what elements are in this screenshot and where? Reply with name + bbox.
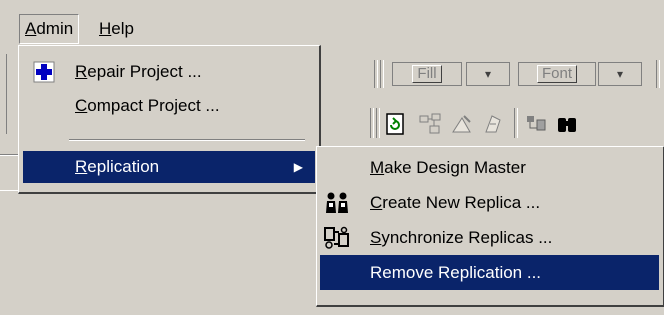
menu-item-label: Synchronize Replicas ... [370,228,553,247]
menu-help[interactable]: Help [94,15,139,43]
toolbar-separator [370,108,374,138]
fill-dropdown-button[interactable]: ▾ [466,62,510,86]
binoculars-icon[interactable] [556,112,580,136]
menu-item-label: Replication [75,157,160,176]
fill-button[interactable]: Fill [392,62,462,86]
relationships-icon[interactable] [418,112,442,136]
toolbar-separator [656,60,660,88]
menu-item-compact-project[interactable]: Compact Project ... [23,90,315,122]
menu-separator [69,139,305,141]
menu-item-label: Compact Project ... [75,96,220,115]
synchronize-icon [324,226,350,250]
admin-menu: Repair Project ... Compact Project ... R… [18,45,321,194]
menu-item-repair-project[interactable]: Repair Project ... [23,56,315,88]
submenu-arrow-icon: ▶ [293,160,303,174]
menu-item-replication[interactable]: Replication ▶ [23,151,315,183]
menu-item-make-design-master[interactable]: Make Design Master [320,150,659,185]
font-dropdown-button[interactable]: ▾ [598,62,642,86]
menu-item-label: Repair Project ... [75,62,202,81]
create-replica-icon [324,191,350,215]
toolbar-separator [380,60,384,88]
properties-icon[interactable] [482,112,506,136]
toolbar-separator [374,60,378,88]
menu-item-label: Make Design Master [370,158,526,177]
font-button[interactable]: Font [518,62,596,86]
toolbar-separator [514,108,518,138]
menu-item-label: Create New Replica ... [370,193,541,212]
database-window-icon[interactable] [524,112,548,136]
menu-item-synchronize-replicas[interactable]: Synchronize Replicas ... [320,220,659,255]
new-object-icon[interactable] [450,112,474,136]
menu-item-create-new-replica[interactable]: Create New Replica ... [320,185,659,220]
toolbar-separator [376,108,380,138]
menu-bar: Admin Help [0,0,664,46]
menu-item-label: Remove Replication ... [370,263,542,282]
refresh-icon[interactable] [384,112,408,136]
plus-icon [33,61,55,83]
menu-admin[interactable]: Admin [19,14,80,44]
replication-submenu: Make Design Master Create New Replica ..… [316,146,664,307]
toolbar-left-edge [0,54,7,134]
menu-item-remove-replication[interactable]: Remove Replication ... [320,255,659,290]
